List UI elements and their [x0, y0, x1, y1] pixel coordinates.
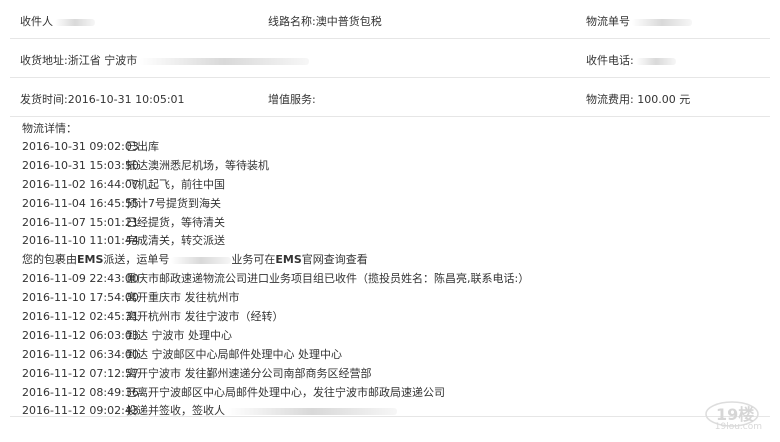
log-entry: 2016-11-02 16:44:07飞机起飞，前往中国	[22, 177, 225, 191]
log-entry: 2016-11-12 08:49:36已离开宁波邮区中心局邮件处理中心，发往宁波…	[22, 385, 445, 399]
redacted-tracking	[632, 18, 692, 26]
redacted-signer	[227, 407, 397, 415]
value-added-service: 增值服务:	[268, 93, 316, 106]
log-entry: 2016-11-04 16:45:55预计7号提货到海关	[22, 196, 221, 210]
address-row: 收货地址:浙江省 宁波市 收件电话:	[10, 39, 770, 78]
details-title: 物流详情：	[22, 122, 77, 135]
log-entry: 2016-11-07 15:01:21已经提货，等待清关	[22, 215, 225, 229]
log-entry: 2016-11-10 17:54:00离开重庆市 发往杭州市	[22, 291, 240, 305]
receiver-label: 收件人	[20, 13, 95, 29]
log-entry: 2016-11-12 06:03:03到达 宁波市 处理中心	[22, 328, 232, 342]
bottom-divider	[10, 416, 770, 417]
ship-time: 发货时间:2016-10-31 10:05:01	[20, 93, 185, 106]
log-entry: 2016-11-12 07:12:57离开宁波市 发往鄞州速递分公司南部商务区经…	[22, 366, 372, 380]
log-entry: 2016-11-12 06:34:00到达 宁波邮区中心局邮件处理中心 处理中心	[22, 347, 342, 361]
route-name: 线路名称:澳中普货包税	[268, 15, 382, 28]
order-header-row: 收件人 线路名称:澳中普货包税 物流单号	[10, 0, 770, 39]
watermark-site: 19lou.com	[714, 422, 762, 432]
address-label: 收货地址:浙江省 宁波市	[20, 52, 310, 68]
tracking-log: 2016-10-31 09:02:03已出库 2016-10-31 15:03:…	[22, 138, 762, 421]
log-entry: 2016-11-10 11:01:44完成清关，转交派送	[22, 234, 225, 248]
site-watermark: 19楼 19lou.com	[702, 398, 774, 434]
ems-note: 您的包裹由EMS派送，运单号 业务可在EMS官网查询查看	[22, 253, 368, 267]
redacted-waybill	[171, 256, 232, 264]
log-entry: 2016-11-09 22:43:00重庆市邮政速递物流公司进口业务项目组已收件…	[22, 272, 530, 286]
redacted-phone	[635, 57, 676, 65]
logistics-details: 物流详情： 2016-10-31 09:02:03已出库 2016-10-31 …	[22, 122, 762, 421]
phone-label: 收件电话:	[586, 52, 676, 68]
redacted-address	[139, 57, 310, 65]
log-entry: 2016-11-12 02:45:31离开杭州市 发往宁波市（经转）	[22, 310, 284, 324]
shipping-fee: 物流费用: 100.00 元	[586, 93, 691, 106]
redacted-receiver	[55, 18, 95, 26]
log-entry: 2016-11-12 09:02:43投递并签收，签收人	[22, 402, 762, 421]
log-entry: 2016-10-31 15:03:50抵达澳洲悉尼机场，等待装机	[22, 158, 269, 172]
shipping-row: 发货时间:2016-10-31 10:05:01 增值服务: 物流费用: 100…	[10, 78, 770, 117]
tracking-number-label: 物流单号	[586, 13, 692, 29]
log-entry: 2016-10-31 09:02:03已出库	[22, 140, 159, 153]
